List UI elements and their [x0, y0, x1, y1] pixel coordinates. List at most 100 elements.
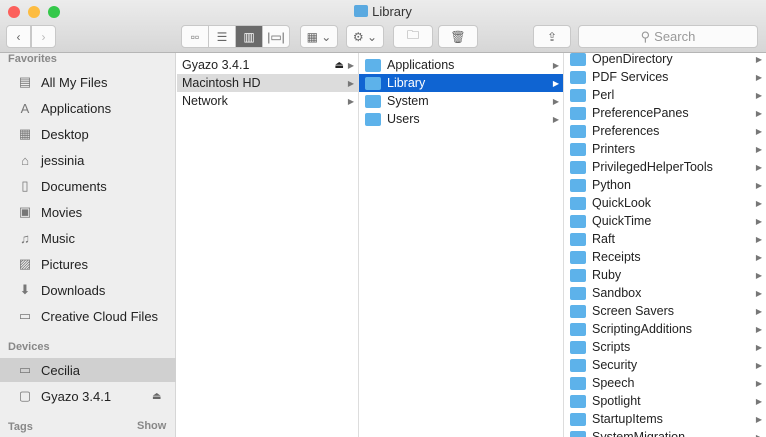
folder-icon: [570, 394, 586, 408]
cover-flow-button[interactable]: |▭|: [262, 25, 290, 48]
downloads-icon: ⬇: [19, 282, 31, 297]
sidebar-item[interactable]: ⌂ jessinia: [0, 148, 176, 172]
sidebar-item-label: Gyazo 3.4.1: [41, 388, 112, 404]
icon-view-button[interactable]: ▫▫: [181, 25, 209, 48]
chevron-right-icon: ▶: [552, 96, 559, 106]
item-label: Screen Savers: [592, 304, 674, 318]
column-view-button[interactable]: ▥: [235, 25, 263, 48]
back-button[interactable]: ‹: [6, 25, 31, 48]
chevron-right-icon: ▶: [347, 78, 354, 88]
list-item[interactable]: System ▶: [359, 92, 563, 110]
item-label: QuickLook: [592, 196, 652, 210]
sidebar-item[interactable]: ▦ Desktop: [0, 122, 176, 146]
list-item[interactable]: Python ▶: [564, 176, 766, 194]
list-item[interactable]: Gyazo 3.4.1 ⏏ ▶: [177, 56, 358, 74]
list-item[interactable]: OpenDirectory ▶: [564, 53, 766, 68]
laptop-icon: ▭: [18, 362, 32, 377]
column-3: OpenDirectory ▶ PDF Services ▶ Perl ▶ Preferen…: [564, 53, 766, 437]
documents-icon: ▯: [21, 178, 29, 193]
column-1: Gyazo 3.4.1 ⏏ ▶ Macintosh HD ▶ Network ▶: [177, 53, 359, 437]
list-item[interactable]: Macintosh HD ▶: [177, 74, 358, 92]
sidebar-item[interactable]: ⬇ Downloads: [0, 278, 176, 302]
list-item[interactable]: Spotlight ▶: [564, 392, 766, 410]
column-2: Applications ▶ Library ▶ System ▶ Users ▶: [359, 53, 564, 437]
item-label: PDF Services: [592, 70, 669, 84]
sidebar-item-label: jessinia: [41, 152, 85, 168]
list-item[interactable]: QuickTime ▶: [564, 212, 766, 230]
folder-icon: [365, 76, 381, 90]
search-input[interactable]: ⚲ Search: [578, 25, 758, 48]
chevron-right-icon: ▶: [347, 96, 354, 106]
item-label: Scripts: [592, 340, 631, 354]
music-icon: ♫: [20, 230, 30, 246]
trash-button[interactable]: 🗑: [438, 25, 478, 48]
window-title: Library: [0, 4, 766, 19]
list-item[interactable]: PDF Services ▶: [564, 68, 766, 86]
list-item[interactable]: Scripts ▶: [564, 338, 766, 356]
sidebar-item-label: Cecilia: [41, 362, 81, 378]
sidebar-item-label: All My Files: [41, 74, 108, 90]
chevron-right-icon: ▶: [755, 378, 762, 388]
library-folder-icon: [354, 5, 369, 17]
sidebar-item[interactable]: ♫ Music: [0, 226, 176, 250]
eject-icon[interactable]: ⏏: [152, 391, 161, 402]
list-item[interactable]: Receipts ▶: [564, 248, 766, 266]
list-item[interactable]: QuickLook ▶: [564, 194, 766, 212]
list-item[interactable]: Raft ▶: [564, 230, 766, 248]
folder-icon: [570, 214, 586, 228]
sidebar-item[interactable]: ▯ Documents: [0, 174, 176, 198]
folder-icon: [570, 376, 586, 390]
list-view-button[interactable]: ☰: [208, 25, 236, 48]
arrange-button[interactable]: ▦ ⌄: [300, 25, 338, 48]
item-label: Macintosh HD: [182, 76, 261, 90]
list-item[interactable]: Printers ▶: [564, 140, 766, 158]
chevron-right-icon: ▶: [755, 54, 762, 64]
list-item[interactable]: Network ▶: [177, 92, 358, 110]
chevron-right-icon: ▶: [755, 288, 762, 298]
list-item[interactable]: Perl ▶: [564, 86, 766, 104]
folder-icon: [570, 286, 586, 300]
forward-button[interactable]: ›: [31, 25, 56, 48]
list-item[interactable]: Applications ▶: [359, 56, 563, 74]
share-button[interactable]: ⇪: [533, 25, 571, 48]
list-item[interactable]: Preferences ▶: [564, 122, 766, 140]
item-label: Applications: [387, 58, 455, 72]
list-item[interactable]: Speech ▶: [564, 374, 766, 392]
action-gear-button[interactable]: ⚙ ⌄: [346, 25, 384, 48]
list-item[interactable]: Sandbox ▶: [564, 284, 766, 302]
list-item[interactable]: ScriptingAdditions ▶: [564, 320, 766, 338]
chevron-right-icon: ▶: [755, 90, 762, 100]
list-item[interactable]: PreferencePanes ▶: [564, 104, 766, 122]
list-item[interactable]: Users ▶: [359, 110, 563, 128]
sidebar-item[interactable]: ▭ Creative Cloud Files: [0, 304, 176, 328]
sidebar-item[interactable]: ▣ Movies: [0, 200, 176, 224]
sidebar-item-label: Movies: [41, 204, 83, 220]
list-item[interactable]: PrivilegedHelperTools ▶: [564, 158, 766, 176]
sidebar-item[interactable]: ▤ All My Files: [0, 70, 176, 94]
home-icon: ⌂: [21, 152, 29, 168]
eject-icon[interactable]: ⏏: [335, 60, 344, 71]
sidebar-item-label: Documents: [41, 178, 107, 194]
list-item[interactable]: SystemMigration ▶: [564, 428, 766, 437]
list-item[interactable]: Ruby ▶: [564, 266, 766, 284]
window-title-text: Library: [372, 4, 412, 19]
new-folder-button[interactable]: 🗀: [393, 25, 433, 48]
list-item[interactable]: Security ▶: [564, 356, 766, 374]
folder-icon: [570, 178, 586, 192]
sidebar-item[interactable]: ▨ Pictures: [0, 252, 176, 276]
sidebar-device-gyazo[interactable]: ▢ Gyazo 3.4.1 ⏏: [0, 384, 176, 408]
tags-header: Tags: [8, 421, 33, 433]
chevron-right-icon: ▶: [552, 60, 559, 70]
chevron-right-icon: ▶: [755, 270, 762, 280]
folder-icon: [570, 53, 586, 66]
sidebar-item-label: Applications: [41, 100, 112, 116]
tags-show-button[interactable]: Show: [137, 420, 166, 432]
sidebar-device-cecilia[interactable]: ▭ Cecilia: [0, 358, 176, 382]
list-item[interactable]: StartupItems ▶: [564, 410, 766, 428]
chevron-right-icon: ▶: [755, 198, 762, 208]
item-label: QuickTime: [592, 214, 652, 228]
list-item[interactable]: Library ▶: [359, 74, 563, 92]
sidebar-item[interactable]: A Applications: [0, 96, 176, 120]
item-label: Sandbox: [592, 286, 642, 300]
list-item[interactable]: Screen Savers ▶: [564, 302, 766, 320]
